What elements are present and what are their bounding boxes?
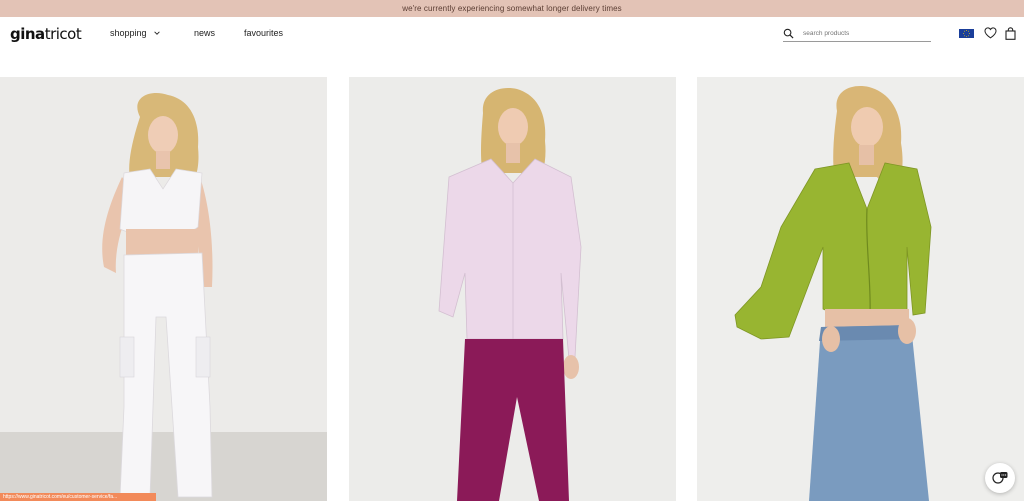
- nav-item-shopping[interactable]: shopping: [110, 28, 161, 38]
- site-header: ginatricot shopping news favourites: [0, 17, 1024, 51]
- banner-text: we're currently experiencing somewhat lo…: [402, 4, 622, 13]
- product-card-3[interactable]: [697, 77, 1024, 501]
- product-image-2[interactable]: [349, 77, 676, 501]
- nav-item-news[interactable]: news: [194, 28, 215, 38]
- logo-light: tricot: [44, 25, 82, 43]
- brand-logo[interactable]: ginatricot: [10, 25, 82, 43]
- product-image-3[interactable]: [697, 77, 1024, 501]
- chat-button[interactable]: [985, 463, 1015, 493]
- nav-label-news: news: [194, 28, 216, 38]
- product-image-1[interactable]: [0, 77, 327, 501]
- search-bar[interactable]: [783, 25, 931, 42]
- heart-icon[interactable]: [984, 27, 997, 39]
- bag-icon[interactable]: [1005, 27, 1016, 40]
- product-card-2[interactable]: [349, 77, 676, 501]
- announcement-banner: we're currently experiencing somewhat lo…: [0, 0, 1024, 17]
- chevron-down-icon: [153, 31, 160, 35]
- status-bar-url: https://www.ginatricot.com/eu/customer-s…: [0, 493, 156, 501]
- search-input[interactable]: [803, 29, 923, 37]
- logo-bold: gina: [10, 25, 45, 43]
- nav-label-shopping: shopping: [110, 28, 147, 38]
- nav-label-favourites: favourites: [244, 28, 284, 38]
- product-card-1[interactable]: [0, 77, 327, 501]
- nav-item-favourites[interactable]: favourites: [244, 28, 283, 38]
- search-icon[interactable]: [783, 28, 794, 39]
- eu-flag-icon[interactable]: [959, 29, 974, 38]
- chat-bubble-icon: [992, 472, 1008, 484]
- product-grid: [0, 77, 1024, 501]
